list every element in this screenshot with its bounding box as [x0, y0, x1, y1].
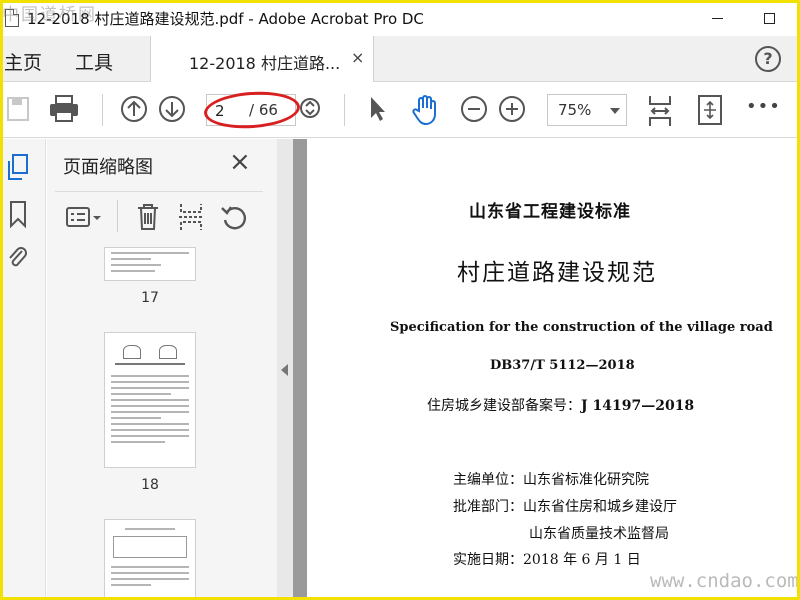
document-gutter — [293, 139, 307, 600]
toolbar-divider — [102, 94, 103, 126]
thumbnail-label: 18 — [141, 477, 159, 493]
thumbnail-panel: 页面缩略图 × 17 18 — [47, 139, 317, 600]
page-thumbnail[interactable] — [104, 332, 196, 468]
filing-prefix: 住房城乡建设部备案号： — [427, 398, 581, 414]
maximize-icon — [763, 12, 775, 24]
zoom-dropdown[interactable]: 75% — [547, 94, 627, 126]
main-toolbar: / 66 75% ••• — [0, 82, 800, 138]
panel-title: 页面缩略图 — [63, 157, 153, 178]
hand-tool-icon[interactable] — [410, 94, 440, 130]
approver-line: 批准部门：山东省住房和城乡建设厅 — [453, 499, 677, 515]
watermark-logo: 中国道桥网 — [2, 5, 97, 25]
thumbnail-options-icon[interactable] — [65, 204, 103, 236]
previous-page-icon[interactable] — [120, 94, 148, 128]
watermark-url: www.cndao.com — [650, 570, 799, 592]
standard-org-header: 山东省工程建设标准 — [469, 202, 631, 222]
effective-date-line: 实施日期：2018 年 6 月 1 日 — [453, 552, 641, 568]
chevron-down-icon — [610, 108, 620, 114]
select-cursor-icon[interactable] — [366, 94, 388, 128]
rotate-icon[interactable] — [219, 202, 249, 236]
document-title: 村庄道路建设规范 — [457, 260, 657, 286]
page-thumbnail[interactable] — [104, 519, 196, 600]
print-icon[interactable] — [48, 94, 80, 128]
document-tab-label: 12-2018 村庄道路... — [189, 54, 341, 73]
filing-line: 住房城乡建设部备案号：J 14197—2018 — [427, 395, 694, 415]
more-options-icon[interactable]: ••• — [746, 96, 781, 117]
editor-line: 主编单位：山东省标准化研究院 — [453, 472, 649, 488]
page-navigation-icon[interactable] — [298, 94, 322, 128]
tab-tools[interactable]: 工具 — [75, 48, 113, 75]
maximize-button[interactable] — [746, 0, 792, 36]
tab-document[interactable]: 12-2018 村庄道路... × — [150, 36, 374, 82]
close-panel-icon[interactable]: × — [229, 147, 251, 177]
next-page-icon[interactable] — [158, 94, 186, 128]
save-icon[interactable] — [6, 94, 32, 128]
thumbnail-label: 17 — [141, 290, 159, 306]
panel-divider — [117, 200, 118, 232]
panel-toolbar — [55, 191, 263, 243]
zoom-in-icon[interactable] — [498, 94, 526, 128]
insert-pages-icon[interactable] — [177, 202, 205, 236]
tab-home[interactable]: 主页 — [4, 48, 42, 75]
filing-number: J 14197—2018 — [581, 398, 695, 414]
page-thumbnail[interactable] — [104, 247, 196, 281]
full-screen-icon[interactable] — [697, 94, 723, 130]
standard-code: DB37/T 5112—2018 — [490, 358, 635, 373]
fit-width-icon[interactable] — [646, 94, 674, 132]
collapse-arrow-icon[interactable] — [281, 364, 288, 376]
attachment-icon[interactable] — [6, 243, 30, 277]
page-thumbnails-icon[interactable] — [6, 153, 30, 187]
panel-splitter[interactable] — [277, 139, 293, 600]
close-tab-icon[interactable]: × — [351, 48, 364, 67]
navigation-rail — [0, 139, 46, 600]
tab-bar: 主页 工具 12-2018 村庄道路... × ? — [0, 36, 800, 82]
document-page: 山东省工程建设标准 村庄道路建设规范 Specification for the… — [307, 139, 800, 600]
title-bar: 12-2018 村庄道路建设规范.pdf - Adobe Acrobat Pro… — [0, 0, 800, 36]
bookmark-icon[interactable] — [6, 199, 30, 233]
zoom-value: 75% — [558, 101, 592, 119]
minimize-button[interactable] — [694, 0, 740, 36]
approver-line-2: 山东省质量技术监督局 — [529, 526, 669, 542]
english-title: Specification for the construction of th… — [390, 320, 773, 335]
zoom-out-icon[interactable] — [460, 94, 488, 128]
help-icon[interactable]: ? — [755, 46, 781, 72]
minimize-icon — [711, 17, 723, 19]
trash-icon[interactable] — [135, 202, 161, 236]
toolbar-divider — [344, 94, 345, 126]
